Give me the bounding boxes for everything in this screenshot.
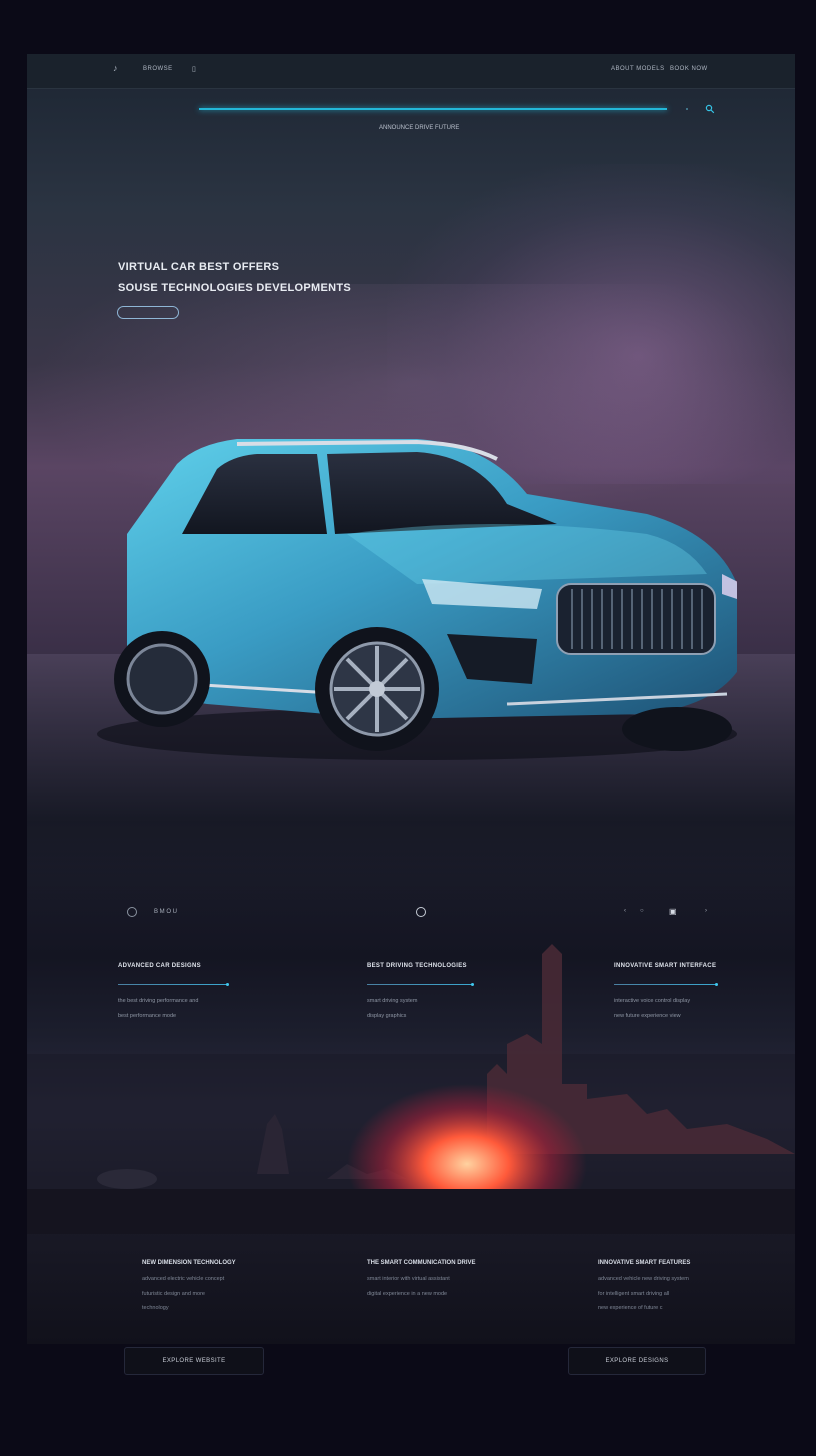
feature-divider: [118, 983, 229, 986]
search-input[interactable]: [199, 108, 667, 110]
pager-dot-icon[interactable]: ○: [640, 908, 644, 914]
logo-icon[interactable]: ♪: [113, 63, 118, 73]
info-text: advanced electric vehicle concept: [142, 1276, 225, 1282]
pager-active-icon[interactable]: ▣: [669, 907, 677, 916]
feature-text: best performance mode: [118, 1013, 177, 1019]
hero-title-line2: SOUSE TECHNOLOGIES DEVELOPMENTS: [118, 282, 351, 294]
feature-text: smart driving system: [367, 998, 418, 1004]
info-text: technology: [142, 1305, 169, 1311]
feature-divider: [367, 983, 474, 986]
pager-next-icon[interactable]: ›: [705, 908, 707, 914]
center-gear-icon[interactable]: [416, 907, 426, 917]
feature-divider: [614, 983, 718, 986]
feature-text: new future experience view: [614, 1013, 681, 1019]
info-text: smart interior with virtual assistant: [367, 1276, 450, 1282]
menu-icon[interactable]: ▯: [192, 65, 196, 73]
pager-prev-icon[interactable]: ‹: [624, 908, 626, 914]
hero-cta-button[interactable]: [117, 306, 179, 319]
page-frame: ♪ BROWSE ▯ ABOUT MODELS BOOK NOW ANNOUNC…: [27, 54, 795, 1344]
feature-title: INNOVATIVE SMART INTERFACE: [614, 963, 717, 969]
play-circle-icon[interactable]: [127, 907, 137, 917]
search-caption: ANNOUNCE DRIVE FUTURE: [379, 125, 460, 131]
nav-link-browse[interactable]: BROWSE: [143, 66, 173, 72]
info-text: new experience of future c: [598, 1305, 663, 1311]
hero-title-line1: VIRTUAL CAR BEST OFFERS: [118, 261, 280, 273]
suv-car-image: [97, 439, 737, 760]
info-text: for intelligent smart driving all: [598, 1291, 670, 1297]
nav-link-about[interactable]: ABOUT MODELS: [611, 66, 665, 72]
nav-link-book[interactable]: BOOK NOW: [670, 66, 708, 72]
info-title: THE SMART COMMUNICATION DRIVE: [367, 1260, 476, 1266]
explore-website-button[interactable]: EXPLORE WEBSITE: [124, 1347, 264, 1375]
castle-fire-scene: [27, 944, 795, 1234]
info-text: advanced vehicle new driving system: [598, 1276, 689, 1282]
feature-title: ADVANCED CAR DESIGNS: [118, 963, 201, 969]
top-navbar: ♪ BROWSE ▯ ABOUT MODELS BOOK NOW: [27, 54, 795, 89]
info-title: NEW DIMENSION TECHNOLOGY: [142, 1260, 236, 1266]
info-title: INNOVATIVE SMART FEATURES: [598, 1260, 691, 1266]
info-text: futuristic design and more: [142, 1291, 205, 1297]
explore-designs-button[interactable]: EXPLORE DESIGNS: [568, 1347, 706, 1375]
feature-title: BEST DRIVING TECHNOLOGIES: [367, 963, 467, 969]
feature-text: display graphics: [367, 1013, 407, 1019]
feature-text: the best driving performance and: [118, 998, 199, 1004]
feature-text: interactive voice control display: [614, 998, 691, 1004]
search-icon[interactable]: [705, 104, 715, 114]
info-text: digital experience in a new mode: [367, 1291, 448, 1297]
controls-label: B M O U: [154, 909, 178, 915]
search-dot: [686, 108, 688, 110]
